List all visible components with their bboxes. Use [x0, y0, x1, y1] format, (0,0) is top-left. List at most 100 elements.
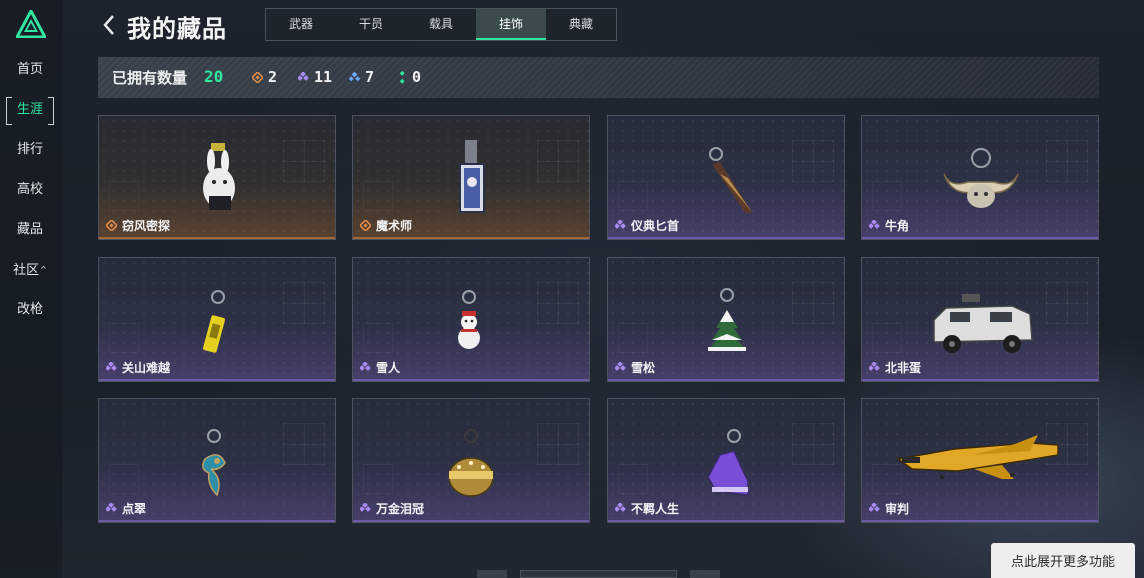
- rarity-count: 0: [412, 68, 422, 86]
- tab-charms[interactable]: 挂饰: [476, 9, 546, 40]
- rarity-bar: [99, 520, 335, 522]
- purple-diamond-icon: [298, 71, 309, 81]
- sidebar: 首页 生涯 排行 高校 藏品 社区^ 改枪: [0, 0, 62, 578]
- item-name: 仪典匕首: [631, 219, 680, 233]
- purple-diamond-icon: [615, 220, 626, 229]
- collection-item-card[interactable]: 点翠: [98, 398, 336, 523]
- blue-diamond-icon: [349, 71, 360, 81]
- collection-item-card[interactable]: 审判: [861, 398, 1099, 523]
- item-label: 审判: [869, 500, 909, 517]
- sidebar-item-home[interactable]: 首页: [6, 57, 54, 83]
- sidebar-item-label: 高校: [16, 182, 43, 197]
- owned-count-total: 20: [204, 67, 224, 86]
- rarity-bar: [862, 237, 1098, 239]
- sidebar-item-career[interactable]: 生涯: [6, 97, 54, 125]
- chevron-up-icon: ^: [40, 265, 47, 274]
- item-name: 北非蛋: [885, 361, 922, 375]
- item-label: 万金泪冠: [360, 500, 424, 517]
- purple-diamond-icon: [360, 503, 371, 512]
- item-label: 雪人: [360, 359, 400, 376]
- tab-vehicles[interactable]: 载具: [406, 9, 476, 40]
- pager-next-button[interactable]: [690, 570, 720, 578]
- rarity-orange-count: 2: [252, 68, 277, 86]
- green-diamond-icon: [399, 70, 405, 84]
- item-name: 雪松: [631, 361, 656, 375]
- purple-diamond-icon: [360, 362, 371, 371]
- item-name: 牛角: [885, 219, 910, 233]
- item-label: 仪典匕首: [615, 217, 679, 234]
- sidebar-item-label: 排行: [16, 142, 43, 157]
- item-label: 关山难越: [106, 359, 170, 376]
- item-label: 魔术师: [360, 217, 412, 234]
- item-label: 窃风密探: [106, 217, 170, 234]
- collection-item-card[interactable]: 窃风密探: [98, 115, 336, 240]
- rarity-bar: [99, 379, 335, 381]
- rarity-count: 2: [268, 68, 278, 86]
- item-label: 点翠: [106, 500, 146, 517]
- pager-indicator: [520, 570, 677, 578]
- collection-item-card[interactable]: 关山难越: [98, 257, 336, 382]
- rarity-bar: [608, 379, 844, 381]
- collection-item-card[interactable]: 北非蛋: [861, 257, 1099, 382]
- tab-classics[interactable]: 典藏: [546, 9, 616, 40]
- collection-item-card[interactable]: 不羁人生: [607, 398, 845, 523]
- item-name: 点翠: [122, 502, 147, 516]
- orange-diamond-icon: [252, 71, 263, 83]
- collection-item-card[interactable]: 仪典匕首: [607, 115, 845, 240]
- tab-operators[interactable]: 干员: [336, 9, 406, 40]
- purple-diamond-icon: [615, 362, 626, 371]
- sidebar-item-collection[interactable]: 藏品: [6, 217, 54, 243]
- item-label: 北非蛋: [869, 359, 921, 376]
- collection-item-card[interactable]: 雪人: [352, 257, 590, 382]
- rarity-bar: [608, 520, 844, 522]
- collection-item-card[interactable]: 魔术师: [352, 115, 590, 240]
- item-name: 万金泪冠: [376, 502, 425, 516]
- sidebar-item-label: 首页: [16, 62, 43, 77]
- orange-diamond-icon: [106, 220, 117, 231]
- item-name: 魔术师: [376, 219, 413, 233]
- collection-item-card[interactable]: 万金泪冠: [352, 398, 590, 523]
- sidebar-item-gun-mod[interactable]: 改枪: [6, 297, 54, 323]
- rarity-bar: [862, 520, 1098, 522]
- sidebar-item-ranking[interactable]: 排行: [6, 137, 54, 163]
- sidebar-item-university[interactable]: 高校: [6, 177, 54, 203]
- orange-diamond-icon: [360, 220, 371, 231]
- rarity-purple-count: 11: [298, 68, 332, 86]
- page-title: 我的藏品: [127, 15, 227, 43]
- item-label: 牛角: [869, 217, 909, 234]
- rarity-bar: [99, 237, 335, 239]
- rarity-bar: [353, 520, 589, 522]
- expand-more-features-button[interactable]: 点此展开更多功能: [991, 543, 1135, 578]
- app-logo-icon[interactable]: [16, 10, 46, 38]
- purple-diamond-icon: [869, 503, 880, 512]
- sidebar-item-label: 生涯: [16, 102, 43, 117]
- rarity-green-count: 0: [398, 68, 421, 86]
- item-name: 关山难越: [122, 361, 171, 375]
- item-name: 窃风密探: [122, 219, 171, 233]
- rarity-bar: [608, 237, 844, 239]
- item-name: 雪人: [376, 361, 401, 375]
- item-name: 审判: [885, 502, 910, 516]
- purple-diamond-icon: [869, 362, 880, 371]
- rarity-bar: [862, 379, 1098, 381]
- rarity-bar: [353, 237, 589, 239]
- sidebar-item-label: 藏品: [16, 222, 43, 237]
- item-name: 不羁人生: [631, 502, 680, 516]
- item-label: 不羁人生: [615, 500, 679, 517]
- purple-diamond-icon: [615, 503, 626, 512]
- purple-diamond-icon: [106, 362, 117, 371]
- rarity-bar: [353, 379, 589, 381]
- rarity-count: 7: [365, 68, 375, 86]
- owned-count-label: 已拥有数量: [112, 69, 188, 87]
- ownership-stats-bar: 已拥有数量 20 2 11 7 0: [98, 57, 1099, 98]
- purple-diamond-icon: [106, 503, 117, 512]
- collection-item-card[interactable]: 雪松: [607, 257, 845, 382]
- pager-prev-button[interactable]: [477, 570, 507, 578]
- tab-weapons[interactable]: 武器: [266, 9, 336, 40]
- collection-item-card[interactable]: 牛角: [861, 115, 1099, 240]
- sidebar-item-community[interactable]: 社区^: [6, 257, 54, 283]
- back-arrow-icon[interactable]: [100, 12, 120, 38]
- sidebar-item-label: 改枪: [16, 302, 43, 317]
- category-tabs: 武器 干员 载具 挂饰 典藏: [265, 8, 617, 41]
- sidebar-item-label: 社区: [13, 263, 40, 278]
